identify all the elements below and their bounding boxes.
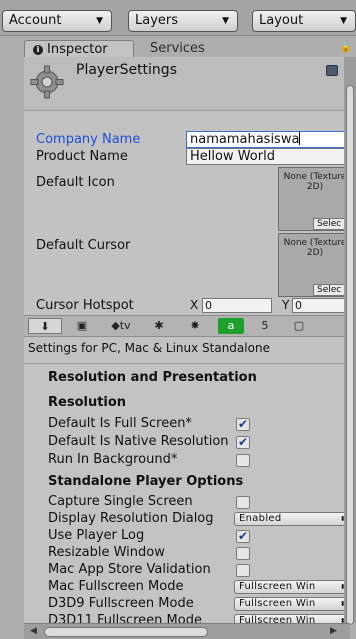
web-icon: ✸ [190, 319, 200, 332]
product-name-value: Hellow World [190, 149, 275, 164]
setting-checkbox[interactable]: ✔ [236, 418, 250, 431]
setting-label: Mac Fullscreen Mode [48, 579, 184, 594]
setting-checkbox[interactable] [236, 547, 250, 560]
tab-inspector-label: Inspector [47, 42, 108, 57]
tab-services[interactable]: Services [142, 40, 232, 58]
resolution-heading: Resolution [48, 395, 127, 410]
popup-value: Fullscreen Win [239, 598, 316, 609]
resolution-presentation-section: Resolution and Presentation Resolution D… [24, 363, 350, 639]
setting-label: Display Resolution Dialog [48, 511, 214, 526]
product-name-label: Product Name [36, 149, 128, 164]
tv-icon: ◆tv [111, 319, 131, 332]
setting-label: D3D9 Fullscreen Mode [48, 596, 194, 611]
setting-checkbox[interactable] [236, 496, 250, 509]
tab-ios[interactable]: ▣ [68, 318, 96, 334]
setting-checkbox[interactable]: ✔ [236, 436, 250, 449]
inspector-tab-bar: i Inspector Services 🔒 [0, 37, 356, 58]
a-icon: a [227, 319, 235, 332]
tab-android[interactable]: ✱ [146, 318, 172, 334]
text-caret [299, 132, 301, 145]
cursor-hotspot-label: Cursor Hotspot [36, 298, 134, 313]
company-name-value: namamahasiswa [190, 132, 300, 147]
gear-icon [30, 65, 64, 99]
top-toolbar: Account ▼ Layers ▼ Layout ▼ [0, 0, 356, 36]
layers-dropdown[interactable]: Layers ▼ [128, 10, 238, 32]
tab-standalone[interactable]: ⬇ [28, 318, 62, 334]
default-cursor-label: Default Cursor [36, 238, 131, 253]
layout-label: Layout [259, 13, 304, 28]
tab-tvos[interactable]: ◆tv [102, 318, 140, 334]
setting-label: Default Is Native Resolution [48, 434, 229, 449]
popup-value: Enabled [239, 513, 282, 524]
hotspot-y-label: Y [282, 298, 290, 312]
lock-icon[interactable]: 🔒 [340, 42, 352, 53]
layout-dropdown[interactable]: Layout ▼ [252, 10, 356, 32]
setting-checkbox[interactable] [236, 564, 250, 577]
vertical-scroll-thumb[interactable] [346, 85, 354, 625]
tab-other[interactable]: ▢ [286, 318, 312, 334]
download-icon: ⬇ [40, 320, 50, 333]
chevron-down-icon: ▼ [96, 16, 103, 26]
monitor-icon: ▣ [76, 319, 88, 332]
texture-none-text: None (Texture 2D) [283, 238, 347, 258]
hotspot-y-field[interactable]: 0 [292, 298, 350, 313]
company-name-label: Company Name [36, 132, 141, 147]
hotspot-x-field[interactable]: 0 [202, 298, 272, 313]
html5-icon: 5 [261, 319, 269, 332]
scroll-right-arrow-icon[interactable]: ▶ [330, 626, 337, 636]
tab-a[interactable]: a [218, 318, 244, 334]
setting-label: Use Player Log [48, 528, 145, 543]
help-book-icon[interactable] [326, 65, 338, 76]
tab-services-label: Services [150, 41, 205, 56]
setting-popup[interactable]: Enabled ⬍ [234, 512, 350, 526]
section-title[interactable]: Resolution and Presentation [48, 370, 257, 385]
default-icon-slot[interactable]: None (Texture 2D) Selec [278, 167, 350, 231]
chevron-down-icon: ▼ [340, 16, 347, 26]
settings-for-label: Settings for PC, Mac & Linux Standalone [28, 341, 270, 355]
layers-label: Layers [135, 13, 179, 28]
product-name-field[interactable]: Hellow World [186, 148, 350, 165]
setting-label: Resizable Window [48, 545, 165, 560]
default-icon-label: Default Icon [36, 175, 115, 190]
box-icon: ▢ [293, 319, 305, 332]
tab-tizen[interactable]: ✸ [180, 318, 210, 334]
vertical-scrollbar[interactable] [344, 57, 356, 625]
tab-inspector[interactable]: i Inspector [24, 40, 134, 58]
platform-tab-bar: ⬇ ▣ ◆tv ✱ ✸ a 5 ▢ [24, 315, 350, 337]
hotspot-x-label: X [190, 298, 199, 312]
texture-none-text: None (Texture 2D) [283, 172, 347, 192]
setting-checkbox[interactable]: ✔ [236, 530, 250, 543]
android-icon: ✱ [154, 319, 164, 332]
scroll-left-arrow-icon[interactable]: ◀ [30, 626, 37, 636]
account-dropdown[interactable]: Account ▼ [2, 10, 112, 32]
inspector-header: PlayerSettings [24, 57, 350, 111]
chevron-down-icon: ▼ [222, 16, 229, 26]
setting-label: Run In Background* [48, 452, 178, 467]
setting-label: Mac App Store Validation [48, 562, 211, 577]
standalone-heading: Standalone Player Options [48, 474, 244, 489]
horizontal-scroll-thumb[interactable] [44, 627, 208, 637]
setting-popup[interactable]: Fullscreen Win ⬍ [234, 597, 350, 611]
setting-popup[interactable]: Fullscreen Win ⬍ [234, 580, 350, 594]
setting-label: Capture Single Screen [48, 494, 193, 509]
page-title: PlayerSettings [76, 62, 177, 78]
account-label: Account [9, 13, 62, 28]
company-name-field[interactable]: namamahasiswa [186, 131, 350, 148]
tab-webgl[interactable]: 5 [252, 318, 278, 334]
setting-label: Default Is Full Screen* [48, 416, 192, 431]
horizontal-scrollbar[interactable]: ◀ ▶ [24, 623, 350, 639]
popup-value: Fullscreen Win [239, 581, 316, 592]
default-cursor-slot[interactable]: None (Texture 2D) Selec [278, 233, 350, 297]
setting-checkbox[interactable] [236, 454, 250, 467]
info-icon: i [33, 45, 43, 55]
